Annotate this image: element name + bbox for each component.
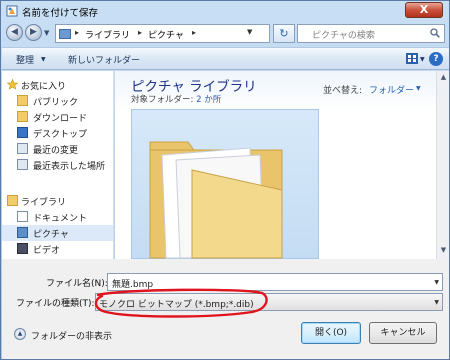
- navigation-pane: お気に入り パブリック ダウンロード デスクトップ 最近の変更 最近表示した場所…: [2, 71, 114, 259]
- nav-label: 最近表示した場所: [33, 162, 106, 172]
- folder-icon: [149, 141, 283, 259]
- file-list-pane: ピクチャ ライブラリ 対象フォルダー: 2 か所 並べ替え: フォルダー ▼: [115, 71, 436, 259]
- folder-item[interactable]: [131, 109, 319, 259]
- target-folders-label: 対象フォルダー:: [131, 95, 194, 105]
- breadcrumb-separator-icon[interactable]: ▸: [138, 28, 142, 37]
- nav-item-public[interactable]: パブリック: [2, 93, 113, 109]
- recent-locations-dropdown[interactable]: ▼: [44, 29, 49, 37]
- library-icon: [7, 195, 18, 206]
- open-button[interactable]: 開く(O): [301, 322, 361, 344]
- recent-changes-icon: [17, 143, 28, 154]
- cancel-button[interactable]: キャンセル: [369, 322, 437, 344]
- pictures-icon: [17, 227, 28, 238]
- new-folder-button[interactable]: 新しいフォルダー: [68, 53, 140, 66]
- back-arrow-icon: ◀: [11, 27, 18, 37]
- filetype-select[interactable]: モノクロ ビットマップ (*.bmp;*.dib) ▼: [95, 293, 443, 311]
- filename-field[interactable]: 無題.bmp ▼: [107, 273, 443, 291]
- nav-label: ライブラリ: [21, 198, 67, 208]
- address-bar[interactable]: ▸ ライブラリ ▸ ピクチャ ▸: [55, 24, 270, 43]
- breadcrumb-separator-icon[interactable]: ▸: [75, 28, 79, 37]
- nav-label: ピクチャ: [33, 230, 69, 240]
- nav-libraries[interactable]: ライブラリ: [2, 193, 113, 209]
- library-folder-icon: [59, 29, 71, 39]
- view-options-icon[interactable]: [406, 53, 418, 64]
- title-bar: 名前を付けて保存 X: [1, 1, 449, 21]
- address-dropdown-icon[interactable]: ▼: [247, 28, 252, 36]
- filename-label: ファイル名(N):: [46, 279, 108, 289]
- forward-button[interactable]: ▶: [25, 24, 42, 41]
- scroll-down-icon[interactable]: ▼: [438, 246, 449, 257]
- organize-button[interactable]: 整理: [16, 53, 34, 66]
- download-folder-icon: [17, 111, 28, 122]
- nav-label: パブリック: [33, 98, 79, 108]
- filename-dropdown-icon[interactable]: ▼: [434, 279, 439, 286]
- save-form: ファイル名(N): 無題.bmp ▼ ファイルの種類(T): モノクロ ビットマ…: [2, 259, 449, 359]
- star-icon: [7, 79, 18, 90]
- nav-item-recent-changes[interactable]: 最近の変更: [2, 141, 113, 157]
- scroll-up-icon[interactable]: ▲: [438, 73, 449, 84]
- folder-icon: [17, 95, 28, 106]
- filetype-label: ファイルの種類(T):: [16, 299, 95, 309]
- nav-label: お気に入り: [21, 82, 67, 92]
- target-folders: 対象フォルダー: 2 か所: [131, 93, 221, 105]
- nav-favorites[interactable]: お気に入り: [2, 77, 113, 93]
- sort-by-dropdown[interactable]: フォルダー: [369, 83, 414, 96]
- filename-input[interactable]: 無題.bmp: [112, 277, 153, 290]
- refresh-icon: ↻: [279, 27, 289, 40]
- nav-label: ドキュメント: [33, 214, 88, 224]
- nav-item-downloads[interactable]: ダウンロード: [2, 109, 113, 125]
- back-button[interactable]: ◀: [6, 24, 23, 41]
- search-input[interactable]: ピクチャの検索: [312, 28, 375, 41]
- recent-places-icon: [17, 159, 28, 170]
- desktop-icon: [17, 127, 28, 138]
- command-bar: 整理 ▼ 新しいフォルダー ▼ ?: [2, 47, 449, 70]
- nav-label: ビデオ: [33, 246, 61, 256]
- nav-item-documents[interactable]: ドキュメント: [2, 209, 113, 225]
- nav-item-desktop[interactable]: デスクトップ: [2, 125, 113, 141]
- nav-item-videos[interactable]: ビデオ: [2, 241, 113, 257]
- nav-item-recent-places[interactable]: 最近表示した場所: [2, 157, 113, 173]
- nav-label: ダウンロード: [33, 114, 88, 124]
- search-icon: [430, 28, 440, 38]
- organize-dropdown-icon: ▼: [41, 56, 46, 63]
- breadcrumb-separator-icon[interactable]: ▸: [192, 28, 196, 37]
- search-box[interactable]: ピクチャの検索: [297, 24, 445, 43]
- breadcrumb-libraries[interactable]: ライブラリ: [85, 28, 130, 41]
- help-button[interactable]: ?: [429, 52, 443, 66]
- refresh-button[interactable]: ↻: [273, 24, 295, 43]
- forward-arrow-icon: ▶: [30, 27, 37, 37]
- view-dropdown-icon[interactable]: ▼: [420, 56, 425, 63]
- library-title: ピクチャ ライブラリ: [131, 79, 257, 95]
- vertical-scrollbar[interactable]: ▲ ▼: [436, 71, 449, 259]
- close-button[interactable]: X: [405, 2, 443, 18]
- nav-label: デスクトップ: [33, 130, 88, 140]
- filetype-dropdown-icon[interactable]: ▼: [434, 299, 439, 306]
- hide-folders-toggle[interactable]: フォルダーの非表示: [31, 329, 112, 342]
- sort-label: 並べ替え:: [323, 86, 363, 96]
- paint-app-icon: [6, 5, 18, 17]
- collapse-folders-icon[interactable]: ▲: [14, 328, 26, 340]
- library-header: ピクチャ ライブラリ 対象フォルダー: 2 か所 並べ替え: フォルダー ▼: [115, 71, 436, 111]
- window-title: 名前を付けて保存: [22, 8, 99, 19]
- filetype-selected-value: モノクロ ビットマップ (*.bmp;*.dib): [99, 300, 254, 310]
- nav-item-pictures[interactable]: ピクチャ: [2, 225, 113, 241]
- sort-dropdown-icon[interactable]: ▼: [416, 85, 421, 92]
- save-as-dialog: 名前を付けて保存 X ◀ ▶ ▼ ▸ ライブラリ ▸ ピクチャ ▸ ▼ ↻ ピク…: [0, 0, 450, 360]
- nav-label: 最近の変更: [33, 146, 79, 156]
- target-folders-link[interactable]: 2 か所: [196, 95, 221, 105]
- breadcrumb-pictures[interactable]: ピクチャ: [148, 28, 184, 41]
- documents-icon: [17, 211, 28, 222]
- videos-icon: [17, 243, 28, 254]
